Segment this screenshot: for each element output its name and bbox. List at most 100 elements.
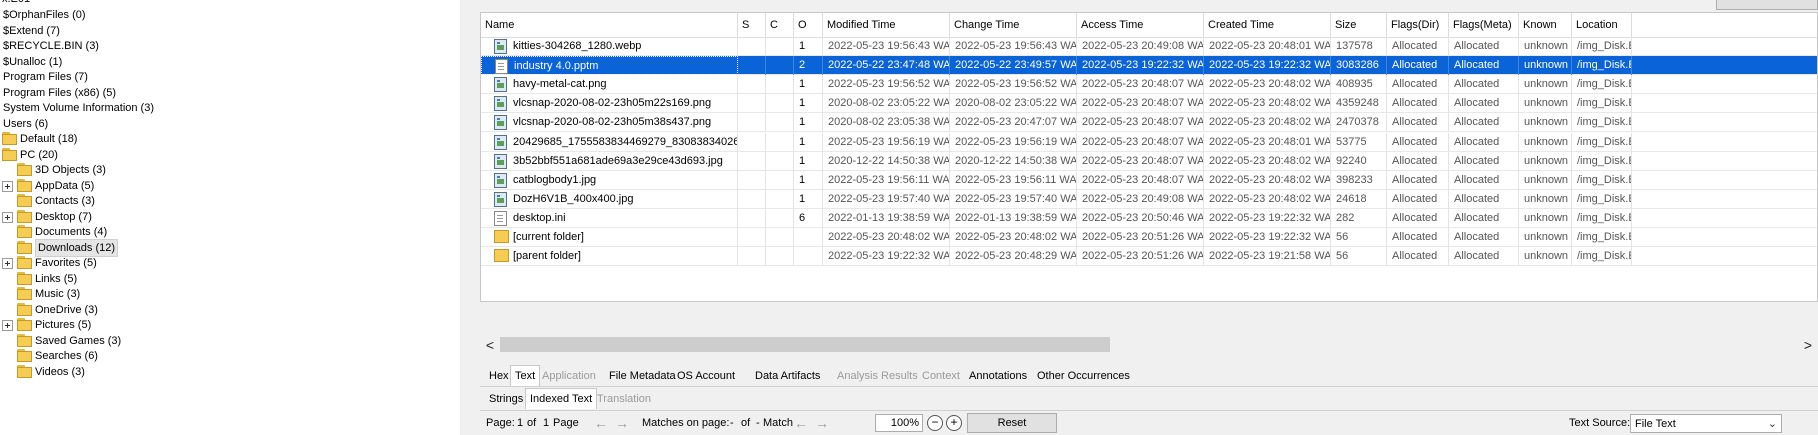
tab-hex[interactable]: Hex [485, 367, 513, 385]
expand-icon[interactable] [2, 258, 13, 269]
cell-modified: 2022-05-23 19:56:19 WAT [823, 132, 950, 152]
column-header-known[interactable]: Known [1519, 13, 1572, 37]
column-header-change[interactable]: Change Time [950, 13, 1077, 37]
cell-known: unknown [1519, 228, 1572, 247]
next-page-icon[interactable]: → [615, 412, 629, 435]
zoom-in-icon[interactable]: + [946, 415, 962, 431]
file-name: havy-metal-cat.png [513, 78, 607, 91]
cell-location: /img_Disk.E01 [1572, 208, 1632, 228]
cell-modified: 2020-12-22 14:50:38 WAT [823, 151, 950, 171]
tab-analysis-results: Analysis Results [837, 370, 918, 382]
subtab-indexed-text[interactable]: Indexed Text [525, 388, 598, 409]
zoom-field[interactable]: 100% [875, 414, 923, 432]
column-header-created[interactable]: Created Time [1204, 13, 1331, 37]
cell-name: [parent folder] [481, 247, 738, 267]
tab-file-metadata[interactable]: File Metadata [605, 367, 680, 385]
table-row[interactable]: industry 4.0.pptm 2 2022-05-22 23:47:48 WA… [481, 56, 1817, 76]
folder-icon [17, 194, 32, 208]
zoom-out-icon[interactable]: − [927, 415, 943, 431]
cell-known: unknown [1519, 113, 1572, 133]
cell-flags-meta: Allocated [1449, 56, 1519, 76]
cell-created: 2022-05-23 20:48:02 WAT [1204, 151, 1331, 171]
column-header-size[interactable]: Size [1331, 13, 1387, 37]
scroll-thumb[interactable] [500, 337, 1110, 352]
page-total: 1 [543, 417, 550, 429]
cell-modified: 2020-08-02 23:05:38 WAT [823, 113, 950, 133]
viewer-tabs: Hex Text Application File Metadata OS Accoun… [480, 364, 1818, 387]
horizontal-scrollbar[interactable]: < > [480, 334, 1818, 356]
cell-flags-meta: Allocated [1449, 170, 1519, 190]
cell-s [738, 189, 766, 209]
subtab-strings[interactable]: Strings [485, 390, 527, 408]
folder-icon [17, 163, 32, 177]
cell-flags-dir: Allocated [1387, 189, 1449, 209]
toolbar-button[interactable] [1716, 0, 1818, 10]
table-row[interactable]: vlcsnap-2020-08-02-23h05m38s437.png 1 2020… [481, 113, 1817, 133]
tab-text[interactable]: Text [510, 365, 541, 386]
expand-icon[interactable] [2, 180, 13, 192]
column-header-flags-dir[interactable]: Flags(Dir) [1387, 13, 1449, 37]
cell-change: 2022-05-22 23:49:57 WAT [950, 56, 1077, 76]
file-name: desktop.ini [513, 211, 566, 224]
folder-icon [17, 178, 32, 193]
table-row[interactable]: [current folder] 2022-05-23 20:48:02 WAT 2… [481, 228, 1817, 247]
table-row[interactable]: 3b52bbf551a681ade69a3e29ce43d693.jpg 1 202… [481, 151, 1817, 171]
column-header-location[interactable]: Location [1572, 13, 1632, 37]
cell-modified: 2020-08-02 23:05:22 WAT [823, 94, 950, 114]
cell-created: 2022-05-23 20:48:02 WAT [1204, 75, 1331, 95]
cell-access: 2022-05-23 19:22:32 WAT [1077, 56, 1204, 76]
cell-known: unknown [1519, 247, 1572, 267]
cell-flags-meta: Allocated [1449, 228, 1519, 247]
column-header-o[interactable]: O [794, 13, 823, 37]
table-row[interactable]: DozH6V1B_400x400.jpg 1 2022-05-23 19:57:40… [481, 189, 1817, 209]
table-row[interactable]: 20429685_1755583834469279_83083834026285… [481, 132, 1817, 152]
cell-s [738, 56, 766, 76]
file-table[interactable]: Name S C O Modified Time Change Time Access Ti… [480, 12, 1818, 302]
expand-icon[interactable] [2, 211, 13, 223]
column-header-s[interactable]: S [738, 13, 766, 37]
tab-data-artifacts[interactable]: Data Artifacts [751, 367, 824, 385]
cell-size: 2470378 [1331, 113, 1387, 133]
table-row[interactable]: desktop.ini 6 2022-01-13 19:38:59 WAT 2022-… [481, 208, 1817, 228]
column-header-c[interactable]: C [766, 13, 794, 37]
tab-annotations[interactable]: Annotations [965, 367, 1031, 385]
prev-page-icon[interactable]: ← [594, 412, 608, 435]
folder-icon [494, 230, 509, 243]
file-tree[interactable]: x.E01$OrphanFiles (0)$Extend (7)$RECYCLE… [0, 0, 460, 435]
cell-location: /img_Disk.E01 [1572, 189, 1632, 209]
cell-name: catblogbody1.jpg [481, 170, 738, 190]
table-row[interactable]: havy-metal-cat.png 1 2022-05-23 19:56:52 W… [481, 75, 1817, 95]
cell-size: 4359248 [1331, 94, 1387, 114]
column-header-flags-meta[interactable]: Flags(Meta) [1449, 13, 1519, 37]
file-name: 20429685_1755583834469279_83083834026285… [513, 135, 737, 148]
column-header-access[interactable]: Access Time [1077, 13, 1204, 37]
scroll-left-icon[interactable]: < [480, 334, 500, 356]
file-name: vlcsnap-2020-08-02-23h05m22s169.png [513, 97, 712, 110]
cell-modified: 2022-01-13 19:38:59 WAT [823, 208, 950, 228]
cell-name: vlcsnap-2020-08-02-23h05m38s437.png [481, 113, 738, 133]
next-match-icon[interactable]: → [815, 412, 829, 435]
column-header-name[interactable]: Name [481, 13, 738, 37]
folder-icon [17, 333, 32, 348]
cell-s [738, 132, 766, 152]
expand-icon[interactable] [2, 320, 13, 331]
scroll-right-icon[interactable]: > [1798, 334, 1818, 356]
cell-change: 2022-05-23 20:47:07 WAT [950, 113, 1077, 133]
table-row[interactable]: [parent folder] 2022-05-23 19:22:32 WAT 20… [481, 247, 1817, 267]
cell-flags-dir: Allocated [1387, 75, 1449, 95]
table-row[interactable]: catblogbody1.jpg 1 2022-05-23 19:56:11 WAT… [481, 170, 1817, 190]
image-file-icon [494, 115, 507, 131]
cell-o: 1 [794, 151, 823, 171]
table-row[interactable]: vlcsnap-2020-08-02-23h05m22s169.png 1 2020… [481, 94, 1817, 114]
tab-other-occurrences[interactable]: Other Occurrences [1033, 367, 1134, 385]
column-header-modified[interactable]: Modified Time [823, 13, 950, 37]
reset-button[interactable]: Reset [967, 413, 1057, 433]
table-row[interactable]: kitties-304268_1280.webp 1 2022-05-23 19:5… [481, 37, 1817, 56]
cell-s [738, 208, 766, 228]
cell-created: 2022-05-23 19:22:32 WAT [1204, 208, 1331, 228]
prev-match-icon[interactable]: ← [794, 412, 808, 435]
tab-os-account[interactable]: OS Account [673, 367, 739, 385]
cell-access: 2022-05-23 20:49:08 WAT [1077, 189, 1204, 209]
cell-known: unknown [1519, 56, 1572, 76]
text-source-select[interactable]: File Text ⌄ [1630, 414, 1782, 433]
